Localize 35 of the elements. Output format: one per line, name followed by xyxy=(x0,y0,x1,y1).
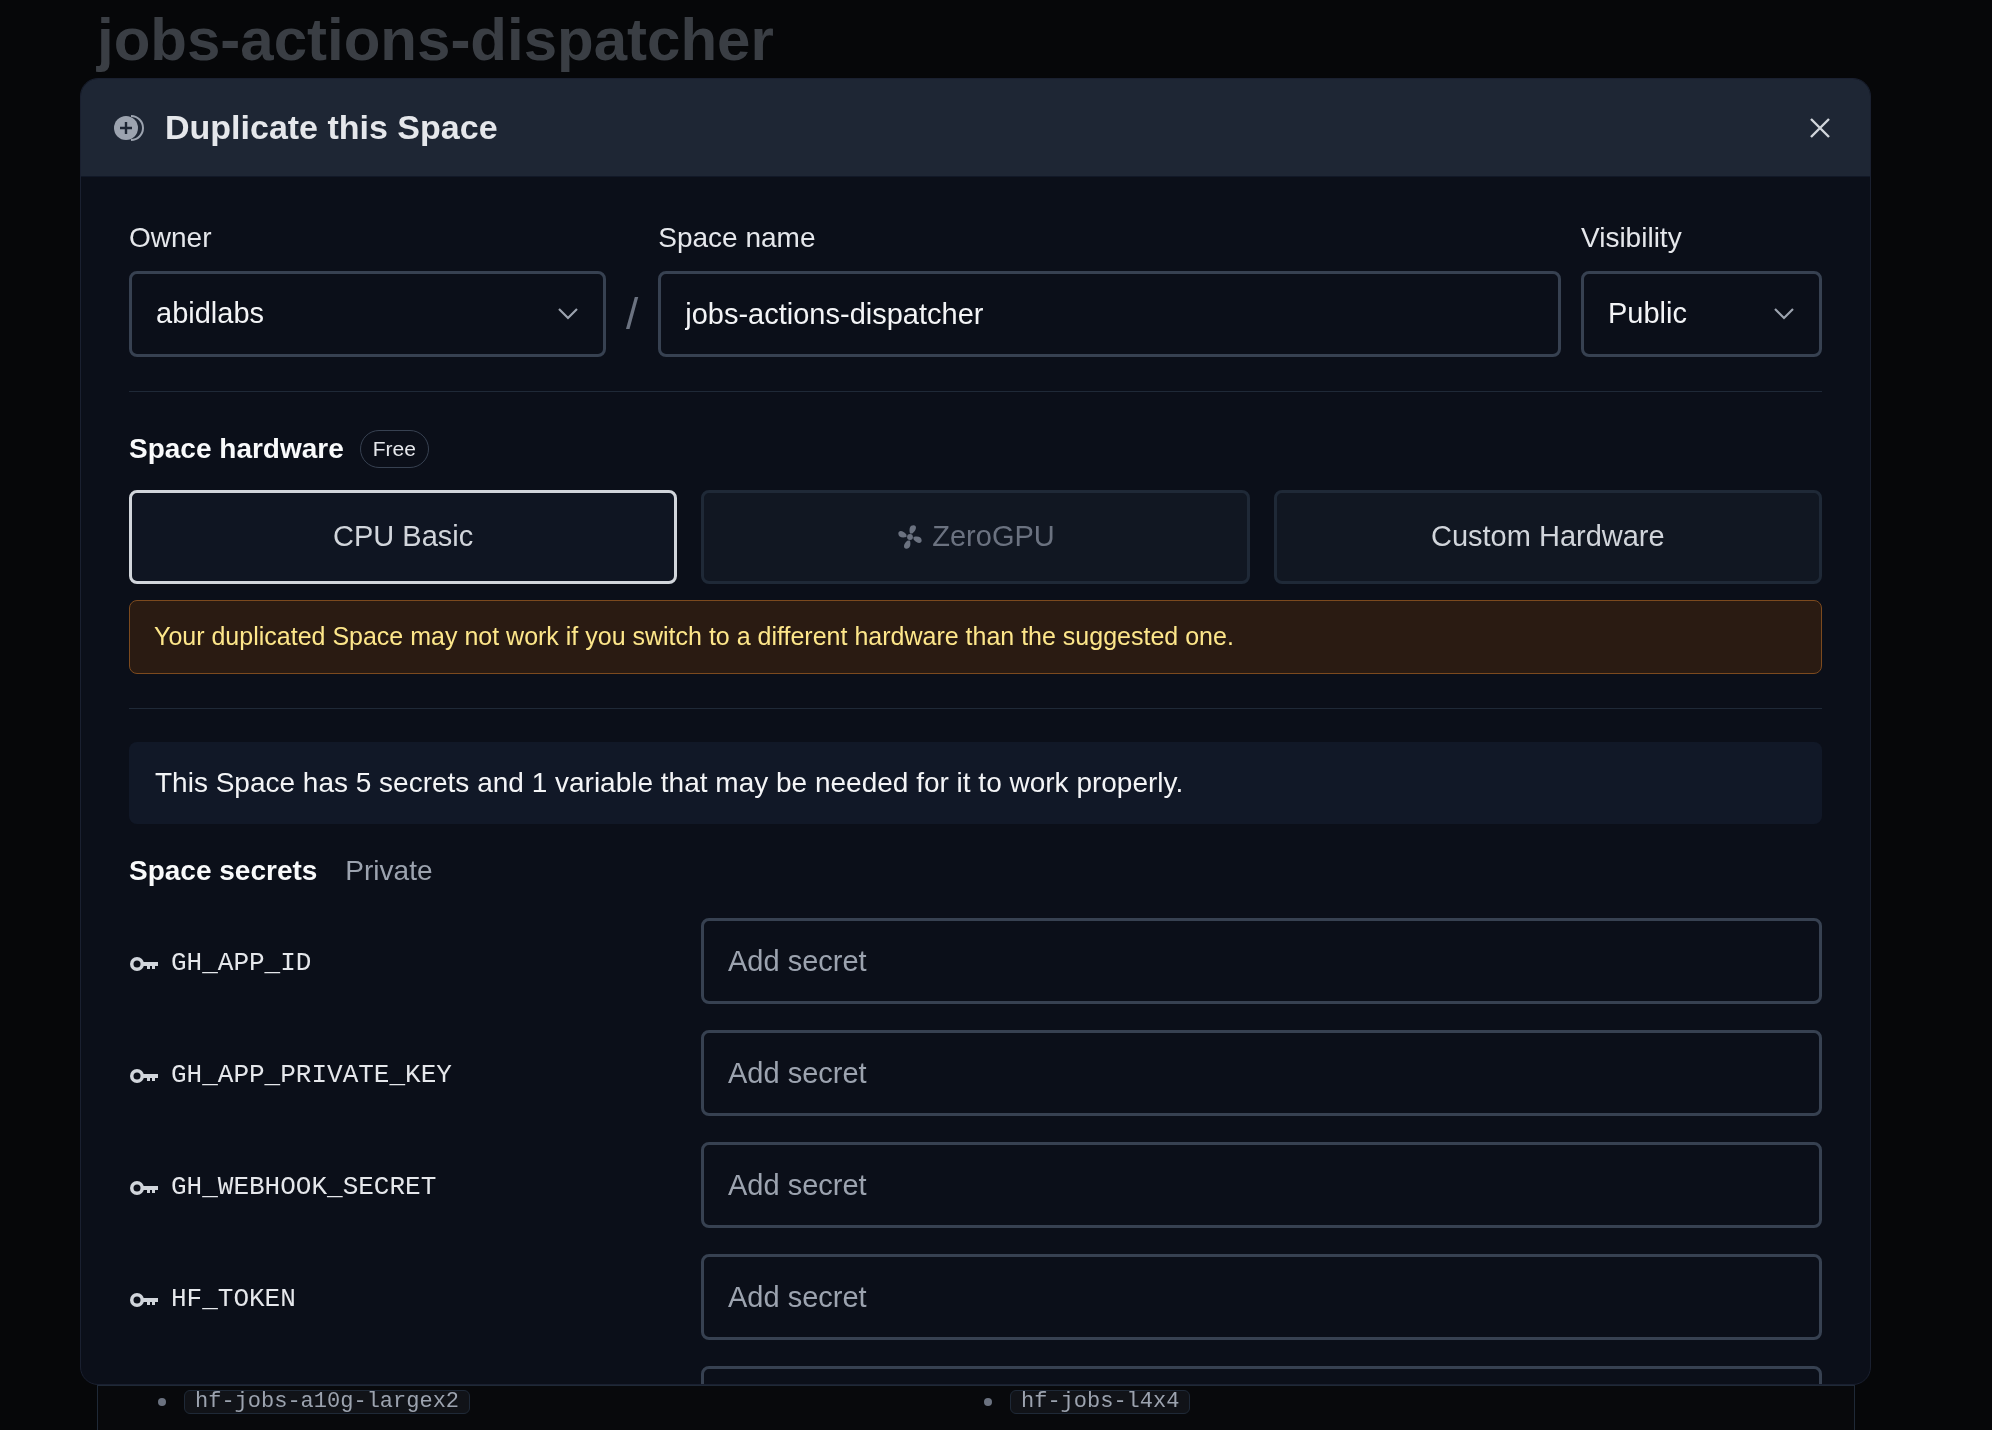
bullet-icon xyxy=(158,1398,166,1406)
visibility-select[interactable]: Public xyxy=(1581,271,1822,357)
field-label: Visibility xyxy=(1581,221,1683,255)
code-tag: hf-jobs-l4x4 xyxy=(1010,1390,1191,1414)
slash-separator: / xyxy=(626,288,639,340)
code-tag: hf-jobs-a10g-largex2 xyxy=(184,1390,471,1414)
key-icon xyxy=(129,1066,159,1085)
chevron-down-icon xyxy=(1773,307,1795,321)
secret-name: GH_WEBHOOK_SECRET xyxy=(171,1171,437,1204)
secret-field[interactable]: Add secret xyxy=(701,1142,1822,1228)
secret-field[interactable]: Add secret xyxy=(701,1254,1822,1340)
hardware-option[interactable]: CPU Basic xyxy=(129,490,678,584)
key-icon xyxy=(129,1178,159,1197)
secret-field[interactable]: Add secret xyxy=(701,1030,1822,1116)
section-heading: Space secrets xyxy=(129,854,318,888)
bullet-icon xyxy=(984,1398,992,1406)
field-label: Space name xyxy=(658,221,817,255)
section-heading: Space hardware xyxy=(129,432,344,466)
dialog-title: Duplicate this Space xyxy=(165,107,498,148)
secret-name: GH_APP_ID xyxy=(171,947,312,980)
warning-message: Your duplicated Space may not work if you switch to a different hardware than the suggested one. xyxy=(129,600,1822,674)
hardware-option[interactable]: Custom Hardware xyxy=(1273,490,1822,584)
key-icon xyxy=(129,1290,159,1309)
close-icon xyxy=(1809,116,1831,139)
chevron-down-icon xyxy=(557,307,579,321)
space-name-field[interactable]: jobs-actions-dispatcher xyxy=(658,271,1561,357)
key-icon xyxy=(129,954,159,973)
secret-field[interactable]: Add secret xyxy=(701,918,1822,1004)
private-label: Private xyxy=(345,854,433,888)
page-title: jobs-actions-dispatcher xyxy=(97,10,775,70)
secret-name: HF_TOKEN xyxy=(171,1283,296,1316)
field-label: Owner xyxy=(129,221,213,255)
secret-name: GH_APP_PRIVATE_KEY xyxy=(171,1059,452,1092)
owner-select[interactable]: abidlabs xyxy=(129,271,606,357)
info-message: This Space has 5 secrets and 1 variable that may be needed for it to work properly. xyxy=(129,742,1822,824)
